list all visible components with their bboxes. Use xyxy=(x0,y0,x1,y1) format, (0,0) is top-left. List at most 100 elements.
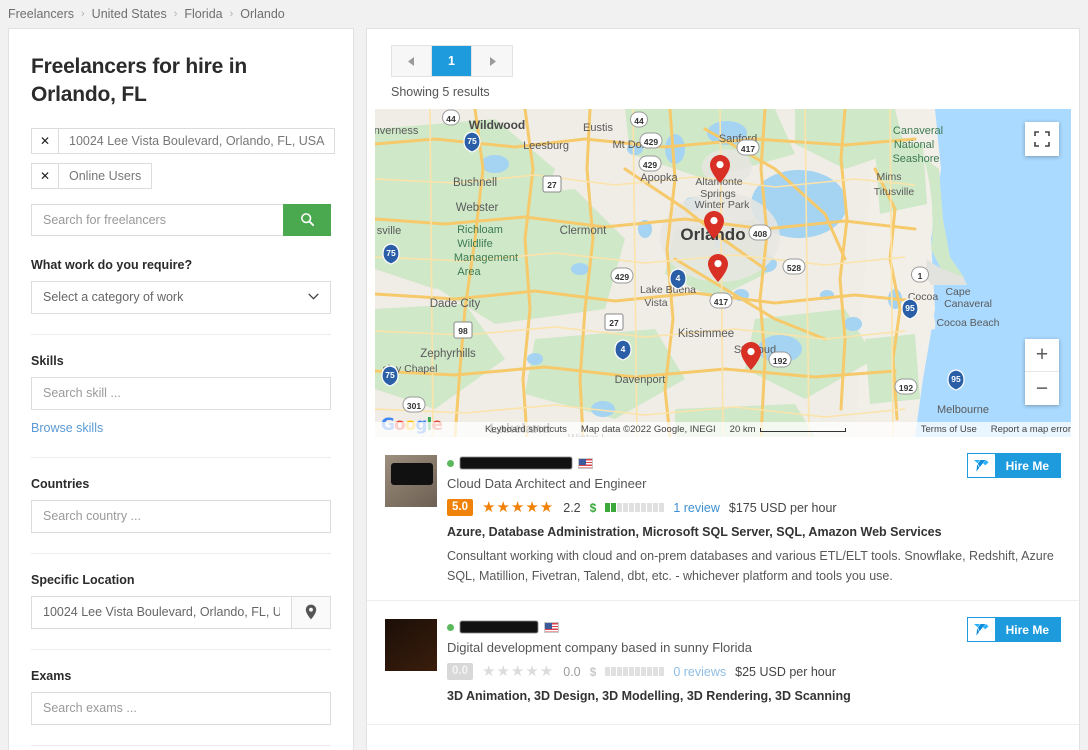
map-label: National xyxy=(894,139,934,151)
freelancer-username-redacted[interactable] xyxy=(460,457,572,469)
reviews-link[interactable]: 0 reviews xyxy=(673,665,726,679)
keyboard-shortcuts-link[interactable]: Keyboard shortcuts xyxy=(485,424,567,435)
map-label: Davenport xyxy=(615,374,666,386)
hourly-rate: $25 USD per hour xyxy=(735,664,836,679)
map-label: Area xyxy=(457,266,481,278)
exams-search-input[interactable] xyxy=(31,691,331,725)
terms-of-use-link[interactable]: Terms of Use xyxy=(921,424,977,435)
us-flag-icon xyxy=(578,457,593,469)
map-label: Dade City xyxy=(430,298,481,310)
work-category-select[interactable]: Select a category of work xyxy=(31,280,331,314)
freelancer-tagline[interactable]: Digital development company based in sun… xyxy=(447,640,1061,655)
reviews-link[interactable]: 1 review xyxy=(673,501,720,515)
filter-chip-label: Online Users xyxy=(69,168,142,183)
map-label: Wildlife xyxy=(457,238,492,250)
map-label: nverness xyxy=(375,125,419,137)
report-map-error-link[interactable]: Report a map error xyxy=(991,424,1071,435)
map-label: Webster xyxy=(456,202,499,214)
pagination-next[interactable] xyxy=(472,46,512,76)
skills-search-input[interactable] xyxy=(31,376,331,410)
hourly-rate: $175 USD per hour xyxy=(728,500,837,515)
browse-skills-link[interactable]: Browse skills xyxy=(31,421,103,435)
map-label: Melbourne xyxy=(937,404,989,416)
filter-chip-label: 10024 Lee Vista Boulevard, Orlando, FL, … xyxy=(69,133,325,148)
map-scale: 20 km xyxy=(730,424,846,435)
svg-text:95: 95 xyxy=(905,303,915,313)
skills-section: Skills Browse skills xyxy=(31,354,331,437)
map-route-shield: 27 xyxy=(542,175,562,193)
map-marker-2[interactable] xyxy=(704,211,724,239)
use-my-location-button[interactable] xyxy=(291,595,331,629)
online-status-indicator xyxy=(447,623,454,631)
map-attribution-bar: Keyboard shortcuts Map data ©2022 Google… xyxy=(375,422,1071,437)
map-scale-label: 20 km xyxy=(729,424,756,435)
country-search-input[interactable] xyxy=(31,499,331,533)
map-route-shield: 417 xyxy=(709,292,733,309)
search-button[interactable] xyxy=(283,203,331,236)
freelancer-skills: Azure, Database Administration, Microsof… xyxy=(447,525,942,539)
map-route-shield: 95 xyxy=(947,369,965,391)
freelancer-username-redacted[interactable] xyxy=(460,621,538,633)
svg-text:301: 301 xyxy=(407,401,421,411)
map-data-credit: Map data ©2022 Google, INEGI xyxy=(580,424,716,435)
breadcrumb-separator: › xyxy=(173,8,178,20)
avatar[interactable] xyxy=(385,455,437,507)
freelancer-search-row xyxy=(31,203,331,236)
fullscreen-icon xyxy=(1034,131,1050,147)
map-label: sville xyxy=(377,225,401,237)
map-route-shield: 44 xyxy=(442,109,460,126)
breadcrumb-item-florida[interactable]: Florida xyxy=(184,7,222,21)
svg-text:27: 27 xyxy=(609,318,619,328)
map-route-shield: 429 xyxy=(610,267,634,284)
svg-text:44: 44 xyxy=(634,116,644,126)
pagination-page-1[interactable]: 1 xyxy=(432,46,472,76)
page-title: Freelancers for hire in Orlando, FL xyxy=(31,55,247,107)
filter-chip-location[interactable]: ✕ 10024 Lee Vista Boulevard, Orlando, FL… xyxy=(31,127,336,154)
svg-text:1: 1 xyxy=(918,271,923,281)
close-icon[interactable]: ✕ xyxy=(32,163,59,188)
freelancer-listing[interactable]: Cloud Data Architect and Engineer 5.0 ★★★★… xyxy=(367,437,1079,601)
breadcrumb-item-united-states[interactable]: United States xyxy=(92,7,167,21)
specific-location-label: Specific Location xyxy=(31,572,135,587)
search-input[interactable] xyxy=(31,203,283,236)
hire-me-label: Hire Me xyxy=(994,454,1060,477)
us-flag-icon xyxy=(544,621,559,633)
svg-text:75: 75 xyxy=(385,370,395,380)
avatar[interactable] xyxy=(385,619,437,671)
map-marker-1[interactable] xyxy=(710,155,730,183)
map-route-shield: 75 xyxy=(463,131,481,153)
filter-chip-online-users[interactable]: ✕ Online Users xyxy=(31,162,153,189)
divider xyxy=(31,648,331,650)
rating-score-badge: 0.0 xyxy=(447,663,473,680)
map-marker-4[interactable] xyxy=(741,342,761,370)
map-zoom-out-button[interactable]: − xyxy=(1025,372,1059,405)
results-map[interactable]: Wildwood Eustis Leesburg Mt Dora Sanford Cana… xyxy=(375,109,1071,437)
pagination-prev[interactable] xyxy=(392,46,432,76)
map-label: Mims xyxy=(876,171,901,183)
close-icon[interactable]: ✕ xyxy=(32,128,59,153)
online-status-indicator xyxy=(447,459,454,467)
map-scale-bar xyxy=(759,427,846,432)
breadcrumb-item-freelancers[interactable]: Freelancers xyxy=(8,7,74,21)
map-route-shield: 429 xyxy=(639,132,663,149)
svg-text:417: 417 xyxy=(741,144,755,154)
map-route-shield: 44 xyxy=(630,111,648,128)
hire-me-button[interactable]: Hire Me xyxy=(966,453,1061,478)
map-fullscreen-button[interactable] xyxy=(1025,122,1059,156)
breadcrumb-item-orlando[interactable]: Orlando xyxy=(240,7,284,21)
divider xyxy=(31,333,331,335)
map-zoom-in-button[interactable]: + xyxy=(1025,339,1059,372)
hire-me-label: Hire Me xyxy=(994,618,1060,641)
pagination: 1 xyxy=(391,45,513,77)
freelancer-listing[interactable]: Digital development company based in sun… xyxy=(367,601,1079,725)
rating-score-badge: 5.0 xyxy=(447,499,473,516)
map-route-shield: 192 xyxy=(768,351,792,368)
search-icon xyxy=(300,213,314,227)
earnings-value: 0.0 xyxy=(563,664,581,679)
countries-section: Countries xyxy=(31,477,331,533)
hire-me-button[interactable]: Hire Me xyxy=(966,617,1061,642)
map-marker-3[interactable] xyxy=(708,254,728,282)
freelancer-tagline[interactable]: Cloud Data Architect and Engineer xyxy=(447,476,1061,491)
specific-location-input[interactable] xyxy=(31,595,292,629)
svg-text:429: 429 xyxy=(643,160,657,170)
